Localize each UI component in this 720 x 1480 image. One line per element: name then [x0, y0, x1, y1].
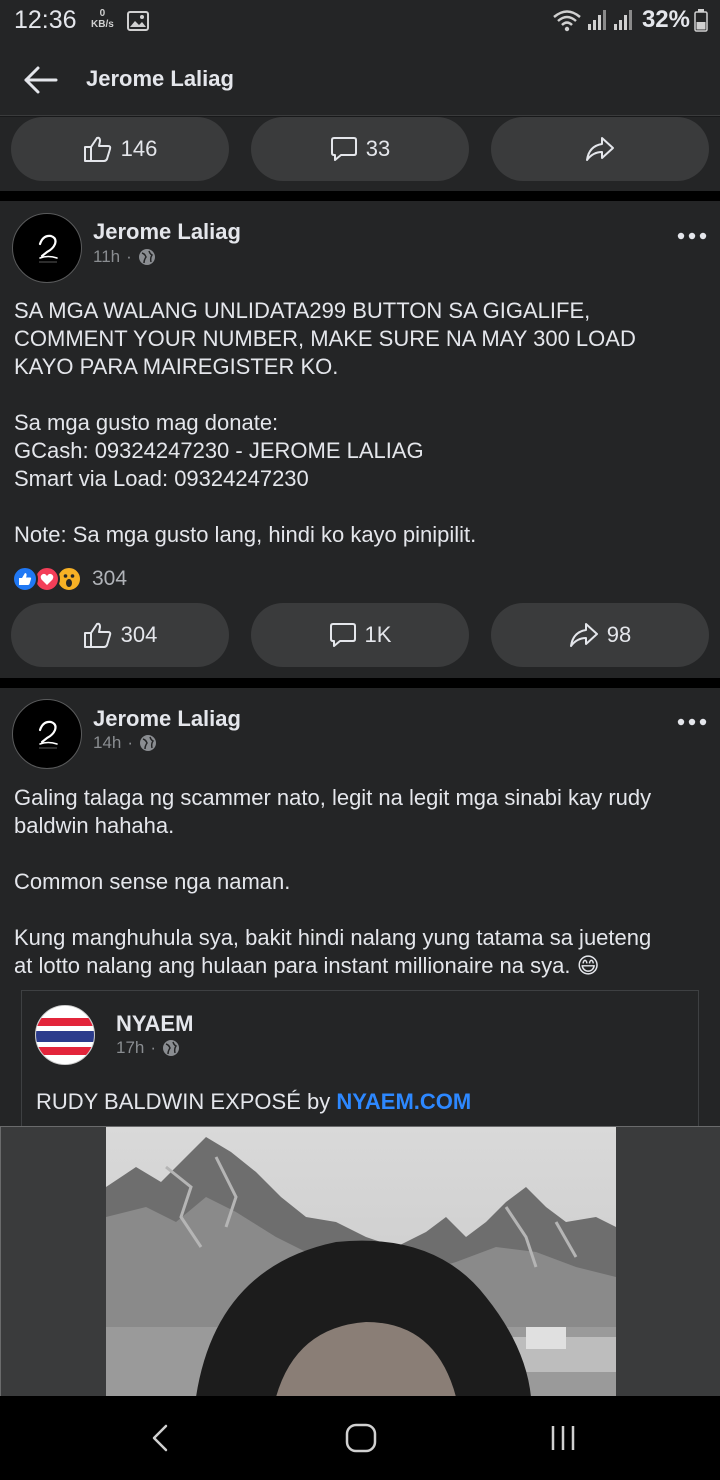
meta-separator: · — [150, 1038, 157, 1057]
flag-logo-icon — [36, 1006, 94, 1064]
wifi-icon — [553, 10, 581, 32]
post-line: Smart via Load: 09324247230 — [14, 466, 309, 491]
image-notification-icon — [127, 11, 149, 31]
like-reaction-icon — [12, 566, 38, 592]
avatar-logo-icon — [38, 234, 58, 263]
meta-separator: · — [127, 733, 134, 752]
post-time[interactable]: 11h — [93, 247, 120, 267]
author-avatar[interactable] — [12, 699, 82, 769]
comment-button[interactable]: 33 — [251, 117, 469, 181]
shared-post[interactable]: NYAEM 17h · RUDY BALDWIN EXPOSÉ by NYAEM… — [21, 990, 699, 1130]
share-icon — [586, 137, 614, 161]
comment-button[interactable]: 1K — [251, 603, 469, 667]
globe-icon — [138, 249, 155, 265]
app-bar: Jerome Laliag — [0, 44, 720, 116]
post-line: at lotto nalang ang hulaan para instant … — [14, 953, 600, 978]
more-options-icon[interactable] — [676, 230, 708, 242]
post-line: Galing talaga ng scammer nato, legit na … — [14, 785, 652, 810]
battery-icon — [694, 9, 708, 32]
page-title: Jerome Laliag — [86, 66, 234, 91]
network-speed-unit: KB/s — [91, 19, 114, 30]
post-divider — [0, 678, 720, 688]
comment-icon — [329, 623, 356, 647]
network-speed-value: 0 — [99, 8, 106, 19]
post-line: SA MGA WALANG UNLIDATA299 BUTTON SA GIGA… — [14, 298, 591, 323]
like-button[interactable]: 304 — [11, 603, 229, 667]
post-author[interactable]: Jerome Laliag — [93, 706, 241, 732]
network-speed: 0 KB/s — [91, 8, 114, 30]
nav-recents-icon[interactable] — [548, 1418, 578, 1458]
status-bar: 12:36 0 KB/s 32% — [0, 0, 720, 44]
author-avatar[interactable] — [12, 213, 82, 283]
nav-back-icon[interactable] — [148, 1418, 172, 1458]
like-count: 304 — [120, 622, 158, 647]
shared-post-caption: RUDY BALDWIN EXPOSÉ by — [36, 1089, 331, 1114]
globe-icon — [140, 735, 157, 751]
shared-post-link[interactable]: NYAEM.COM — [336, 1089, 471, 1114]
like-count: 146 — [120, 136, 158, 161]
shared-post-text: RUDY BALDWIN EXPOSÉ by NYAEM.COM — [36, 1089, 471, 1115]
post-line — [14, 381, 708, 409]
system-nav-bar — [0, 1396, 720, 1480]
reaction-count: 304 — [92, 567, 128, 590]
post-line — [14, 493, 708, 521]
battery-percent: 32% — [641, 6, 690, 33]
post-line — [14, 840, 708, 868]
post-line: Common sense nga naman. — [14, 869, 291, 894]
post-line: COMMENT YOUR NUMBER, MAKE SURE NA MAY 30… — [14, 326, 636, 351]
status-time: 12:36 — [14, 6, 77, 34]
post-body: Galing talaga ng scammer nato, legit na … — [14, 784, 708, 980]
signal-strength-icon-2 — [613, 10, 632, 30]
post-meta: 14h · — [93, 733, 157, 753]
post-line: KAYO PARA MAIREGISTER KO. — [14, 354, 339, 379]
status-icons: 32% — [552, 6, 708, 34]
thumbs-up-icon — [83, 622, 111, 648]
post-line: baldwin hahaha. — [14, 813, 175, 838]
comment-count: 1K — [364, 622, 392, 647]
share-button[interactable] — [491, 117, 709, 181]
share-icon — [569, 623, 598, 647]
post-line: Sa mga gusto mag donate: — [14, 410, 279, 435]
previous-post-card: 146 33 — [0, 117, 720, 191]
post-photo[interactable] — [106, 1127, 616, 1397]
nav-home-icon[interactable] — [344, 1418, 378, 1458]
meta-separator: · — [126, 247, 132, 266]
comment-icon — [330, 137, 357, 161]
reaction-summary[interactable]: 304 — [12, 566, 127, 592]
share-count: 98 — [606, 622, 632, 647]
signal-strength-icon-1 — [587, 10, 606, 30]
avatar-logo-icon — [38, 720, 58, 749]
post-line: GCash: 09324247230 - JEROME LALIAG — [14, 438, 424, 463]
post-actions: 304 1K 98 — [0, 603, 720, 669]
shared-post-meta: 17h · — [116, 1038, 180, 1058]
previous-post-actions: 146 33 — [0, 117, 720, 183]
post-body: SA MGA WALANG UNLIDATA299 BUTTON SA GIGA… — [14, 297, 708, 549]
post-divider — [0, 191, 720, 201]
post-line: Kung manghuhula sya, bakit hindi nalang … — [14, 925, 652, 950]
more-options-icon[interactable] — [676, 716, 708, 728]
post-line: Note: Sa mga gusto lang, hindi ko kayo p… — [14, 522, 477, 547]
post-author[interactable]: Jerome Laliag — [93, 219, 241, 245]
shared-post-author[interactable]: NYAEM — [116, 1011, 193, 1037]
post-media[interactable] — [0, 1126, 720, 1397]
comment-count: 33 — [365, 136, 391, 161]
share-button[interactable]: 98 — [491, 603, 709, 667]
post-time[interactable]: 14h — [93, 733, 121, 753]
post-meta: 11h · — [93, 247, 156, 267]
post-line — [14, 896, 708, 924]
globe-icon — [163, 1040, 180, 1056]
shared-author-avatar[interactable] — [35, 1005, 95, 1065]
shared-post-time[interactable]: 17h — [116, 1038, 144, 1058]
like-button[interactable]: 146 — [11, 117, 229, 181]
thumbs-up-icon — [83, 136, 111, 162]
post-card: Jerome Laliag 11h · SA MGA WALANG UNLIDA… — [0, 201, 720, 678]
back-arrow-icon[interactable] — [22, 64, 60, 96]
